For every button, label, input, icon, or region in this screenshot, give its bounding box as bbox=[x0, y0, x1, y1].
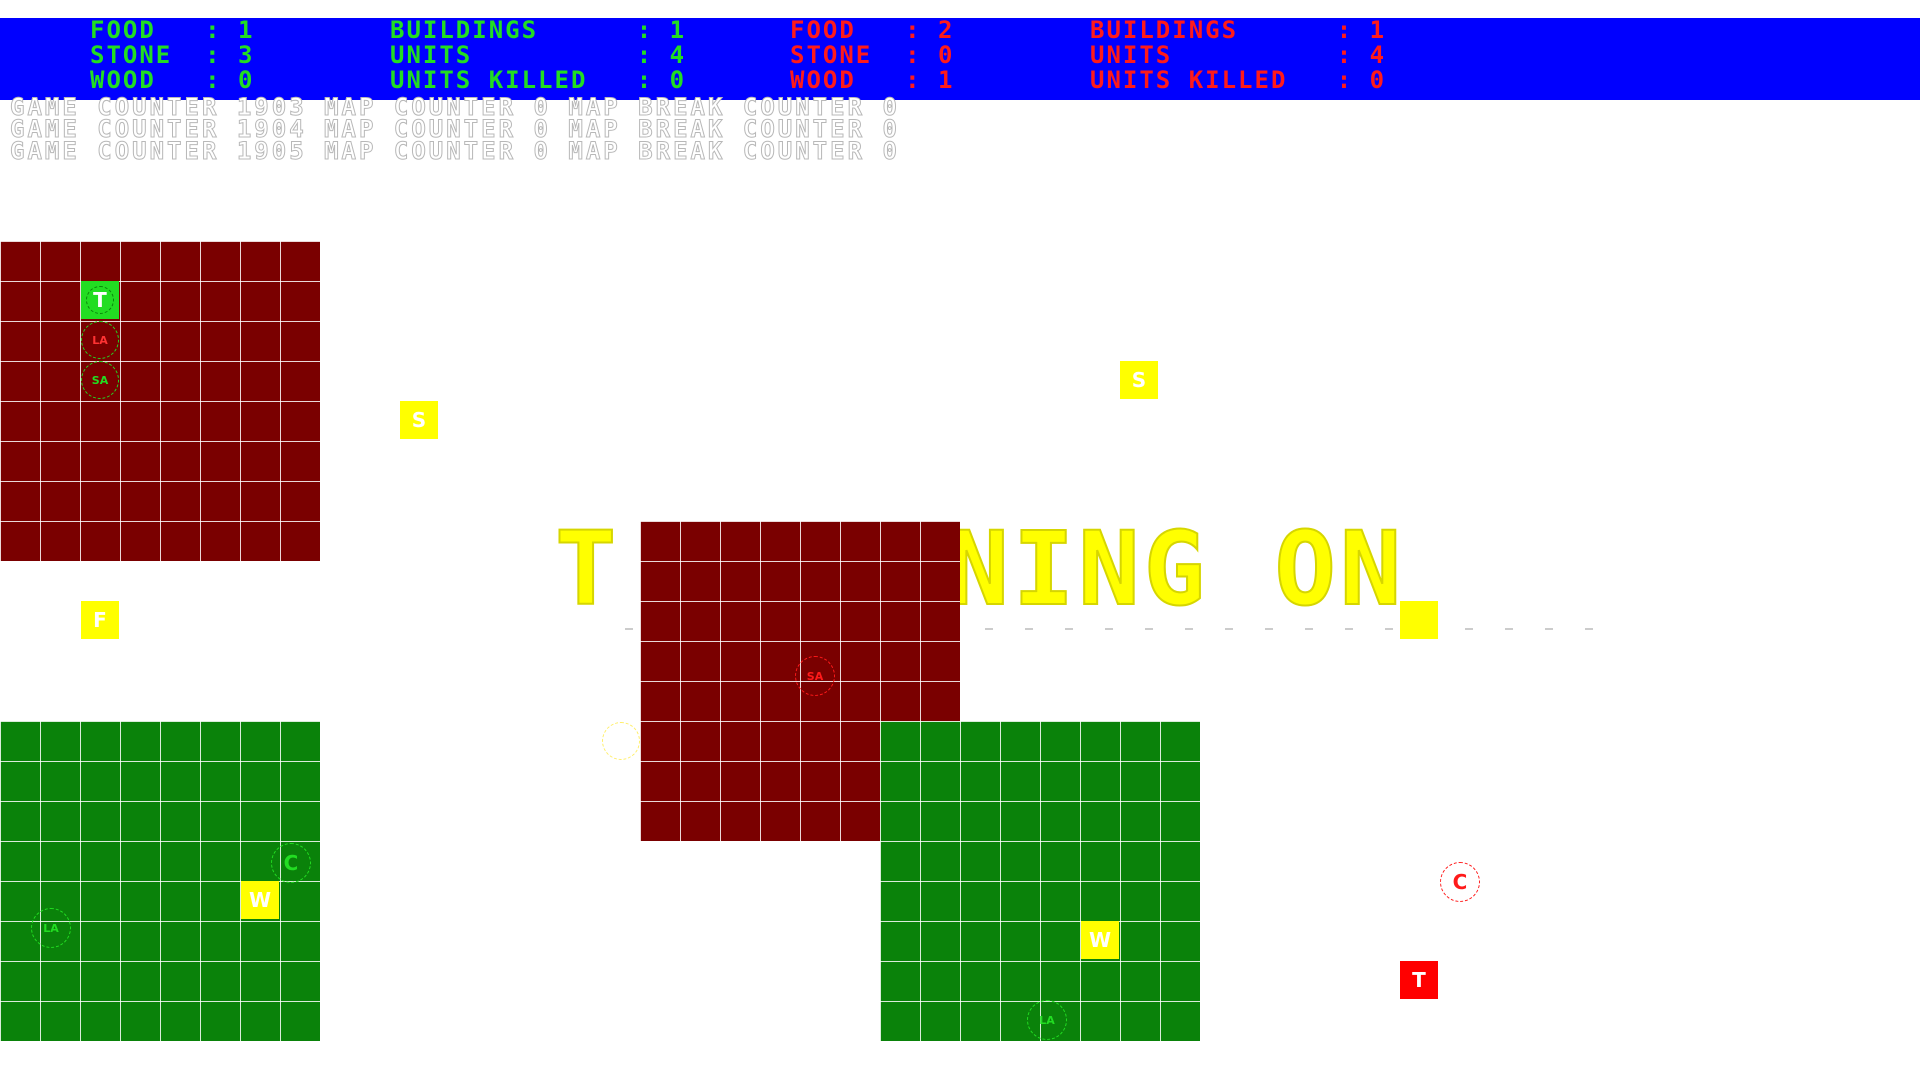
p1-food: FOOD : 1 bbox=[90, 16, 255, 44]
p1-unit-c[interactable]: C bbox=[271, 843, 311, 883]
p2-food: FOOD : 2 bbox=[790, 16, 955, 44]
p1-buildings: BUILDINGS : 1 bbox=[390, 16, 687, 44]
p1-wood: WOOD : 0 bbox=[90, 66, 255, 94]
p2-wood: WOOD : 1 bbox=[790, 66, 955, 94]
wood-resource-tile[interactable]: W bbox=[1081, 921, 1119, 959]
p2-unit-c[interactable]: C bbox=[1440, 862, 1480, 902]
p2-town-center-tile[interactable]: T bbox=[1400, 961, 1438, 999]
stone-resource-tile[interactable]: S bbox=[400, 401, 438, 439]
empty-unit-marker[interactable] bbox=[602, 722, 640, 760]
p1-stone: STONE : 3 bbox=[90, 41, 255, 69]
resource-hud: FOOD : 1 STONE : 3 WOOD : 0 BUILDINGS : … bbox=[0, 18, 1920, 100]
p1-unit-la[interactable]: LA bbox=[1027, 1000, 1067, 1040]
p2-buildings: BUILDINGS : 1 bbox=[1090, 16, 1387, 44]
p1-units-killed: UNITS KILLED : 0 bbox=[390, 66, 687, 94]
game-counter-line: GAME COUNTER 1905 MAP COUNTER 0 MAP BREA… bbox=[10, 137, 900, 165]
wood-resource-tile[interactable]: W bbox=[241, 881, 279, 919]
p2-units: UNITS : 4 bbox=[1090, 41, 1387, 69]
p1-unit-la[interactable]: LA bbox=[31, 908, 71, 948]
p1-unit-la[interactable]: LA bbox=[81, 321, 119, 359]
p1-red-territory-grid[interactable] bbox=[0, 241, 320, 561]
yellow-resource-tile[interactable] bbox=[1400, 601, 1438, 639]
food-resource-tile[interactable]: F bbox=[81, 601, 119, 639]
p2-units-killed: UNITS KILLED : 0 bbox=[1090, 66, 1387, 94]
p2-stone: STONE : 0 bbox=[790, 41, 955, 69]
p2-unit-sa[interactable]: SA bbox=[795, 656, 835, 696]
green-territory-grid-right[interactable] bbox=[880, 721, 1200, 1041]
p1-town-selection-ring bbox=[86, 286, 114, 314]
stone-resource-tile[interactable]: S bbox=[1120, 361, 1158, 399]
p1-units: UNITS : 4 bbox=[390, 41, 687, 69]
p1-unit-sa[interactable]: SA bbox=[81, 361, 119, 399]
